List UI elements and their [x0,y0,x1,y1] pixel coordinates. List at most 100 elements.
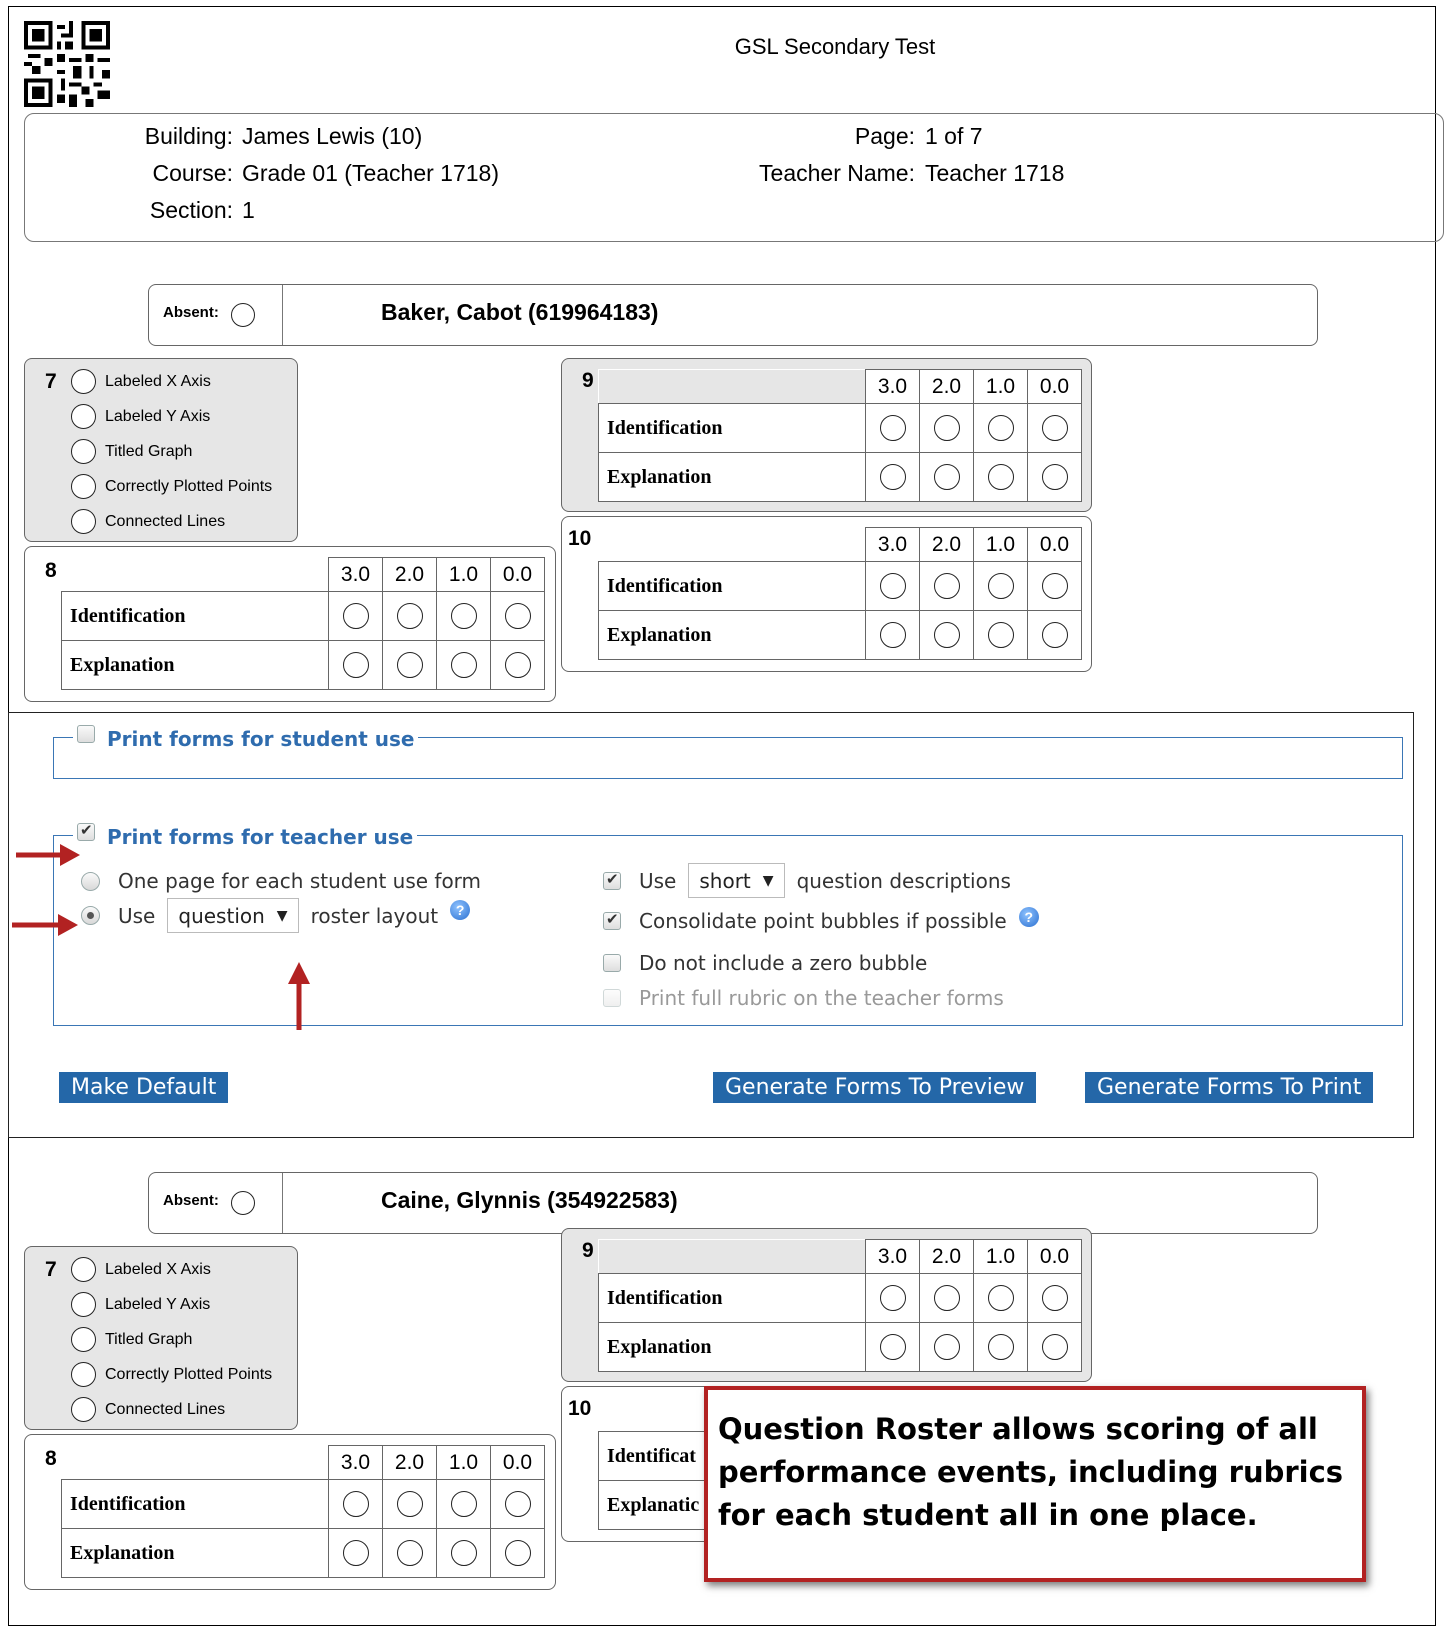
descriptions-label: question descriptions [796,868,1011,893]
score-bubble[interactable] [396,1491,423,1517]
score-bubble[interactable] [71,509,96,534]
question-descriptions-option[interactable]: Use short ▼ question descriptions [603,863,1011,898]
help-icon[interactable]: ? [450,899,471,920]
checklist-item[interactable]: Correctly Plotted Points [71,1362,272,1387]
score-header: 2.0 [919,527,974,562]
checklist-item[interactable]: Labeled X Axis [71,1257,211,1282]
score-bubble[interactable] [933,415,960,441]
score-bubble[interactable] [1041,415,1068,441]
consolidate-checkbox[interactable] [603,910,621,930]
consolidate-option[interactable]: Consolidate point bubbles if possible ? [603,907,1039,933]
score-bubble[interactable] [71,1362,96,1387]
score-bubble[interactable] [1041,1285,1068,1311]
rubric-table: Identificat Explanatic [598,1431,718,1530]
zero-bubble-option[interactable]: Do not include a zero bubble [603,951,927,975]
make-default-button[interactable]: Make Default [59,1072,229,1103]
checklist-item[interactable]: Correctly Plotted Points [71,474,272,499]
score-bubble[interactable] [879,464,906,490]
annotation-callout: Question Roster allows scoring of all pe… [704,1386,1366,1582]
rubric-table: 3.0 2.0 1.0 0.0 Identification Explanation [61,1445,545,1578]
score-bubble[interactable] [71,439,96,464]
question-number: 8 [45,559,57,582]
score-bubble[interactable] [1041,622,1068,648]
checklist-item[interactable]: Labeled X Axis [71,369,211,394]
score-bubble[interactable] [71,369,96,394]
print-options-panel: Print forms for student use Print forms … [8,712,1414,1138]
score-bubble[interactable] [879,1334,906,1360]
generate-preview-button[interactable]: Generate Forms To Preview [713,1072,1037,1103]
one-page-radio[interactable] [81,871,100,891]
score-bubble[interactable] [450,652,477,678]
score-bubble[interactable] [933,622,960,648]
score-bubble[interactable] [342,652,369,678]
score-bubble[interactable] [1041,464,1068,490]
score-bubble[interactable] [504,1491,531,1517]
checklist-item[interactable]: Titled Graph [71,439,192,464]
teacher-use-legend[interactable]: Print forms for teacher use [73,821,418,849]
score-bubble[interactable] [71,404,96,429]
score-bubble[interactable] [933,1334,960,1360]
description-length-select[interactable]: short ▼ [688,863,785,898]
checklist-item[interactable]: Titled Graph [71,1327,192,1352]
score-bubble[interactable] [396,1540,423,1566]
score-bubble[interactable] [987,573,1014,599]
report-info-box: Building: James Lewis (10) Course: Grade… [24,113,1444,242]
one-page-option[interactable]: One page for each student use form [81,869,481,893]
score-bubble[interactable] [504,603,531,629]
student-use-legend[interactable]: Print forms for student use [73,725,419,751]
teacher-use-checkbox[interactable] [77,821,95,841]
score-bubble[interactable] [933,464,960,490]
student-use-label: Print forms for student use [107,727,415,751]
score-bubble[interactable] [71,1327,96,1352]
score-bubble[interactable] [1041,1334,1068,1360]
score-bubble[interactable] [987,1285,1014,1311]
score-bubble[interactable] [342,603,369,629]
score-bubble[interactable] [504,652,531,678]
score-bubble[interactable] [879,415,906,441]
score-bubble[interactable] [450,1491,477,1517]
score-bubble[interactable] [879,1285,906,1311]
generate-print-button[interactable]: Generate Forms To Print [1085,1072,1374,1103]
score-bubble[interactable] [71,1257,96,1282]
score-bubble[interactable] [987,622,1014,648]
checklist-label: Connected Lines [105,512,226,530]
chevron-down-icon: ▼ [276,907,288,924]
score-bubble[interactable] [504,1540,531,1566]
criterion-label: Identificat [598,1431,718,1481]
score-bubble[interactable] [71,1397,96,1422]
score-header: 0.0 [1027,1239,1082,1274]
question-number: 10 [568,1397,592,1420]
score-bubble[interactable] [450,603,477,629]
roster-layout-select[interactable]: question ▼ [167,898,299,933]
checklist-item[interactable]: Connected Lines [71,1397,225,1422]
zero-bubble-checkbox[interactable] [603,954,621,972]
roster-layout-radio[interactable] [81,906,100,925]
score-bubble[interactable] [71,1292,96,1317]
score-bubble[interactable] [933,573,960,599]
score-bubble[interactable] [342,1540,369,1566]
score-bubble[interactable] [1041,573,1068,599]
checklist-item[interactable]: Connected Lines [71,509,225,534]
score-bubble[interactable] [879,622,906,648]
criterion-label: Explanation [598,610,866,660]
absent-bubble[interactable] [231,1191,255,1215]
score-bubble[interactable] [71,474,96,499]
score-bubble[interactable] [396,603,423,629]
criterion-label: Explanation [598,452,866,502]
checklist-item[interactable]: Labeled Y Axis [71,1292,210,1317]
checklist-label: Labeled X Axis [105,372,211,390]
roster-layout-option[interactable]: Use question ▼ roster layout ? [81,898,471,933]
score-bubble[interactable] [987,464,1014,490]
descriptions-checkbox[interactable] [603,870,621,890]
student-use-checkbox[interactable] [77,725,95,743]
help-icon[interactable]: ? [1018,907,1039,927]
absent-bubble[interactable] [231,303,255,327]
score-bubble[interactable] [987,1334,1014,1360]
checklist-item[interactable]: Labeled Y Axis [71,404,210,429]
score-bubble[interactable] [450,1540,477,1566]
score-bubble[interactable] [933,1285,960,1311]
score-bubble[interactable] [987,415,1014,441]
score-bubble[interactable] [342,1491,369,1517]
score-bubble[interactable] [879,573,906,599]
score-bubble[interactable] [396,652,423,678]
